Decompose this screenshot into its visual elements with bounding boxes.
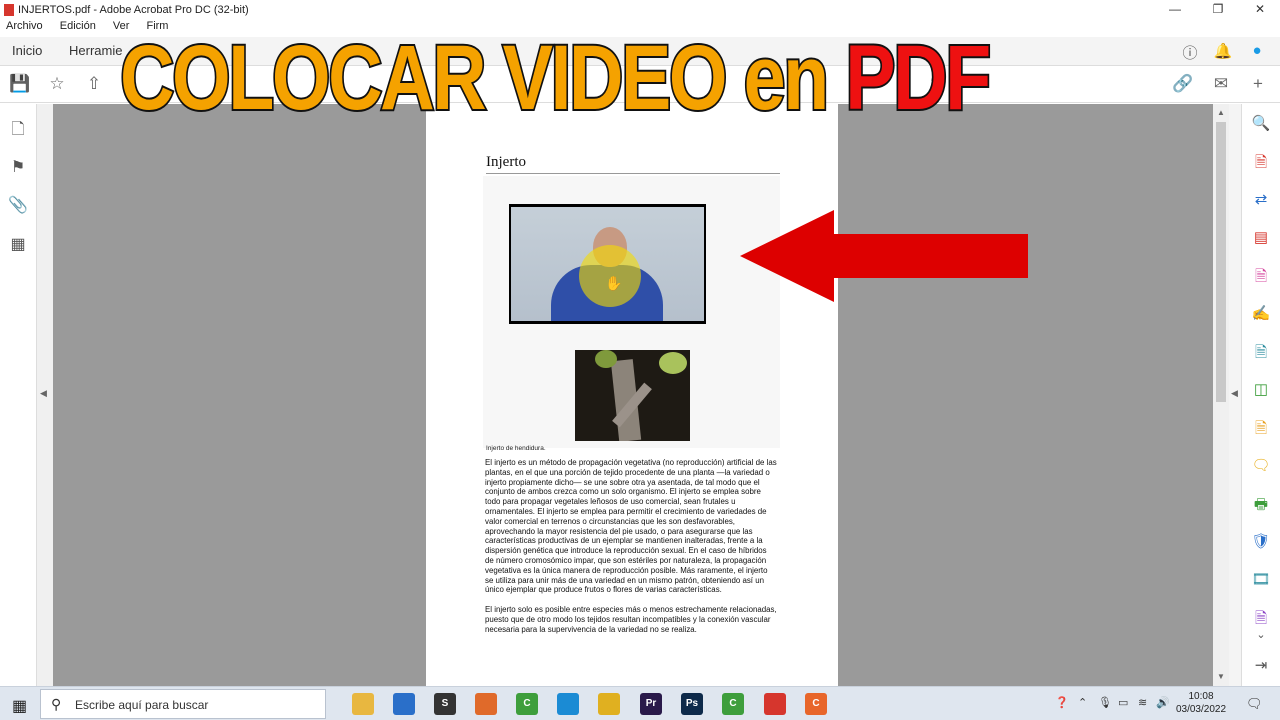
mail-icon[interactable]: ✉ [1210, 74, 1232, 96]
profile-icon[interactable]: ● [1247, 42, 1267, 62]
menu-edicion[interactable]: Edición [60, 20, 96, 32]
close-button[interactable]: ✕ [1245, 2, 1275, 18]
protect-icon[interactable]: 🛡 [1251, 532, 1271, 552]
taskbar-search[interactable]: ⚲ Escribe aquí para buscar [40, 689, 326, 719]
add-user-icon[interactable]: + [1247, 74, 1269, 96]
leaf-shape [595, 350, 617, 368]
overlay-title-banner: COLOCAR VIDEO en PDF [118, 18, 992, 138]
pdf-icon [4, 4, 14, 16]
collapse-panel-icon[interactable]: ⇥ [1251, 656, 1271, 676]
send-for-review-icon[interactable]: 🗎 [1251, 342, 1271, 362]
bell-icon[interactable]: 🔔 [1213, 42, 1233, 62]
scroll-thumb[interactable] [1216, 122, 1226, 402]
banner-text-orange: COLOCAR VIDEO en [118, 25, 830, 131]
taskbar-app-chrome[interactable] [598, 693, 620, 715]
taskbar-app-edge[interactable] [557, 693, 579, 715]
organize-pages-icon[interactable]: ▤ [1251, 228, 1271, 248]
taskbar-app-photoshop[interactable]: Ps [681, 693, 703, 715]
taskbar-clock[interactable]: 10:08 03/03/2022 [1174, 690, 1228, 716]
taskbar-app-camtasia[interactable]: C [516, 693, 538, 715]
right-tools-panel: 🔍 🗎 ⇄ ▤ 🗎 ✍ 🗎 ◫ 🗎 🗨 🖶 🛡 🎞 🗎 ⌄ ⇥ [1241, 104, 1280, 686]
menu-archivo[interactable]: Archivo [6, 20, 43, 32]
title-bar: INJERTOS.pdf - Adobe Acrobat Pro DC (32-… [0, 0, 1280, 20]
attachment-icon[interactable]: 📎 [7, 195, 29, 217]
notifications-icon[interactable]: 🗨 [1246, 696, 1263, 712]
windows-taskbar: ▦ ⚲ Escribe aquí para buscar S C Pr Ps C C ❓ … [0, 686, 1280, 720]
sign-icon[interactable]: ✍ [1251, 304, 1271, 324]
star-icon[interactable]: ☆ [46, 74, 68, 96]
chevron-up-icon[interactable]: ⌃ [1078, 696, 1087, 709]
clock-date: 03/03/2022 [1175, 704, 1227, 715]
comment-icon[interactable]: 🗨 [1251, 456, 1271, 476]
chevron-down-icon[interactable]: ⌄ [1251, 628, 1271, 648]
clock-time: 10:08 [1188, 691, 1214, 702]
bookmark-icon[interactable]: ⚑ [7, 157, 29, 179]
taskbar-app-app-s[interactable]: S [434, 693, 456, 715]
chevron-left-icon: ◀ [1231, 388, 1238, 398]
document-heading: Injerto [486, 154, 780, 174]
taskbar-app-app-c-orange[interactable]: C [805, 693, 827, 715]
wifi-icon[interactable]: ≋ [1138, 696, 1147, 709]
fill-sign-icon[interactable]: 🗎 [1251, 418, 1271, 438]
right-collapse-handle[interactable]: ◀ [1229, 104, 1241, 686]
volume-icon[interactable]: 🔊 [1156, 696, 1170, 709]
maximize-button[interactable]: ❐ [1203, 2, 1233, 18]
chevron-left-icon: ◀ [40, 388, 47, 398]
upload-cloud-icon[interactable]: ⇧ [83, 74, 105, 96]
red-arrow-icon [740, 210, 1028, 302]
leaf-shape [659, 352, 687, 374]
graft-photo [575, 350, 690, 441]
embedded-video[interactable]: ✋ [509, 204, 706, 324]
pages-icon[interactable]: 🗋 [7, 118, 29, 140]
export-pdf-icon[interactable]: ⇄ [1251, 190, 1271, 210]
save-icon[interactable]: 💾 [9, 74, 31, 96]
tab-home[interactable]: Inicio [12, 43, 42, 58]
more-tools-icon[interactable]: 🗎 [1251, 608, 1271, 628]
left-collapse-handle[interactable]: ◀ [37, 104, 53, 686]
video-frame-image: ✋ [511, 207, 704, 321]
vertical-scrollbar[interactable]: ▲ ▼ [1213, 104, 1229, 686]
scroll-down-icon[interactable]: ▼ [1217, 672, 1225, 681]
search-placeholder: Escribe aquí para buscar [75, 698, 209, 712]
mic-icon[interactable]: 🎙 [1098, 696, 1112, 709]
scroll-up-icon[interactable]: ▲ [1217, 108, 1225, 117]
taskbar-app-acrobat[interactable] [764, 693, 786, 715]
tab-tools[interactable]: Herramie [69, 43, 122, 58]
taskbar-app-camtasia-2[interactable]: C [722, 693, 744, 715]
print-icon[interactable]: 🖶 [1251, 494, 1271, 514]
taskbar-app-mail[interactable] [393, 693, 415, 715]
window-title: INJERTOS.pdf - Adobe Acrobat Pro DC (32-… [18, 4, 249, 16]
structure-icon[interactable]: ▦ [7, 234, 29, 256]
hand-cursor-icon: ✋ [605, 275, 623, 291]
create-pdf-icon[interactable]: 🗎 [1251, 152, 1271, 172]
link-icon[interactable]: 🔗 [1172, 74, 1194, 96]
edit-pdf-icon[interactable]: 🗎 [1251, 266, 1271, 286]
left-rail: 🗋 ⚑ 📎 ▦ [0, 104, 37, 686]
compare-icon[interactable]: ◫ [1251, 380, 1271, 400]
paragraph-1: El injerto es un método de propagación v… [485, 458, 777, 595]
minimize-button[interactable]: — [1160, 2, 1190, 18]
windows-start-icon[interactable]: ▦ [12, 696, 27, 716]
help-tray-icon[interactable]: ❓ [1055, 696, 1069, 709]
figure-caption: Injerto de hendidura. [486, 445, 546, 452]
paragraph-2: El injerto solo es posible entre especie… [485, 605, 777, 634]
taskbar-app-app-circle[interactable] [475, 693, 497, 715]
banner-text-red: PDF [844, 25, 993, 131]
rich-media-icon[interactable]: 🎞 [1251, 570, 1271, 590]
zoom-icon[interactable]: 🔍 [1251, 114, 1271, 134]
taskbar-app-file-explorer[interactable] [352, 693, 374, 715]
taskbar-app-premiere[interactable]: Pr [640, 693, 662, 715]
search-icon: ⚲ [51, 696, 62, 712]
help-icon[interactable]: ⓘ [1180, 42, 1200, 62]
battery-icon[interactable]: ▭ [1118, 696, 1128, 709]
